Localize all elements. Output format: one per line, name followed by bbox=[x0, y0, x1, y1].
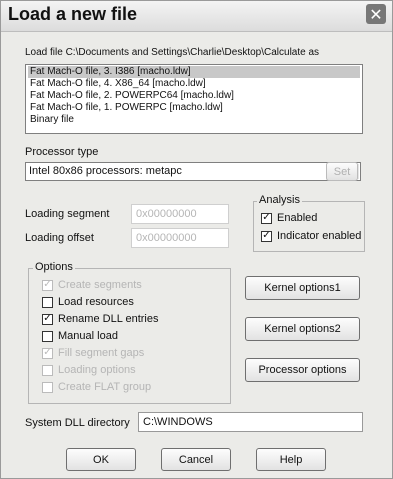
check-icon: ✓ bbox=[261, 212, 272, 224]
manual-load-label: Manual load bbox=[58, 330, 118, 342]
loading-segment-label: Loading segment bbox=[25, 208, 110, 220]
close-icon[interactable]: ✕ bbox=[366, 4, 386, 24]
processor-type-select[interactable]: Intel 80x86 processors: metapc ▼ bbox=[25, 162, 361, 181]
file-format-item[interactable]: Fat Mach-O file, 1. POWERPC [macho.ldw] bbox=[28, 102, 360, 114]
options-group-title: Options bbox=[33, 261, 75, 273]
processor-options-button[interactable]: Processor options bbox=[245, 358, 360, 382]
options-group: Options ✓ Create segments Load resources… bbox=[28, 261, 231, 404]
enabled-label: Enabled bbox=[277, 212, 318, 224]
ok-button[interactable]: OK bbox=[66, 448, 136, 471]
loading-offset-field[interactable]: 0x00000000 bbox=[131, 228, 229, 248]
kernel-options2-button[interactable]: Kernel options2 bbox=[245, 317, 360, 341]
rename-dll-entries-label: Rename DLL entries bbox=[58, 313, 159, 325]
load-file-label: Load file C:\Documents and Settings\Char… bbox=[25, 47, 320, 58]
create-segments-label: Create segments bbox=[58, 279, 142, 291]
loading-offset-label: Loading offset bbox=[25, 232, 94, 244]
load-file-dialog: Load a new file ✕ Load file C:\Documents… bbox=[0, 0, 393, 479]
system-dll-directory-label: System DLL directory bbox=[25, 417, 130, 429]
create-flat-group-checkbox[interactable]: Create FLAT group bbox=[42, 381, 151, 393]
check-icon: ✓ bbox=[261, 230, 272, 242]
file-format-item[interactable]: Binary file bbox=[28, 114, 360, 126]
kernel-options1-button[interactable]: Kernel options1 bbox=[245, 276, 360, 300]
loading-options-label: Loading options bbox=[58, 364, 136, 376]
dialog-title: Load a new file bbox=[8, 4, 138, 24]
file-format-item[interactable]: Fat Mach-O file, 2. POWERPC64 [macho.ldw… bbox=[28, 90, 360, 102]
load-resources-label: Load resources bbox=[58, 296, 134, 308]
title-bar[interactable]: Load a new file ✕ bbox=[1, 1, 392, 32]
processor-type-value: Intel 80x86 processors: metapc bbox=[29, 165, 182, 177]
file-format-list[interactable]: Fat Mach-O file, 3. I386 [macho.ldw] Fat… bbox=[25, 64, 363, 134]
analysis-group: Analysis ✓ Enabled ✓ Indicator enabled bbox=[253, 194, 365, 252]
create-segments-checkbox[interactable]: ✓ Create segments bbox=[42, 279, 142, 291]
load-resources-checkbox[interactable]: Load resources bbox=[42, 296, 134, 308]
file-format-item[interactable]: Fat Mach-O file, 3. I386 [macho.ldw] bbox=[28, 66, 360, 78]
fill-segment-gaps-label: Fill segment gaps bbox=[58, 347, 145, 359]
cancel-button[interactable]: Cancel bbox=[161, 448, 231, 471]
manual-load-checkbox[interactable]: Manual load bbox=[42, 330, 118, 342]
processor-type-label: Processor type bbox=[25, 146, 99, 158]
check-icon: ✓ bbox=[42, 279, 53, 291]
indicator-enabled-checkbox[interactable]: ✓ Indicator enabled bbox=[261, 230, 361, 242]
check-icon: ✓ bbox=[42, 313, 53, 325]
fill-segment-gaps-checkbox[interactable]: ✓ Fill segment gaps bbox=[42, 347, 144, 359]
check-icon: ✓ bbox=[42, 347, 53, 359]
loading-options-checkbox[interactable]: Loading options bbox=[42, 364, 136, 376]
rename-dll-entries-checkbox[interactable]: ✓ Rename DLL entries bbox=[42, 313, 158, 325]
enabled-checkbox[interactable]: ✓ Enabled bbox=[261, 212, 317, 224]
file-format-item[interactable]: Fat Mach-O file, 4. X86_64 [macho.ldw] bbox=[28, 78, 360, 90]
loading-segment-field[interactable]: 0x00000000 bbox=[131, 204, 229, 224]
set-button[interactable]: Set bbox=[326, 162, 358, 181]
help-button[interactable]: Help bbox=[256, 448, 326, 471]
create-flat-group-label: Create FLAT group bbox=[58, 381, 152, 393]
analysis-group-title: Analysis bbox=[257, 194, 302, 206]
system-dll-directory-field[interactable]: C:\WINDOWS bbox=[138, 412, 363, 432]
indicator-enabled-label: Indicator enabled bbox=[277, 230, 362, 242]
